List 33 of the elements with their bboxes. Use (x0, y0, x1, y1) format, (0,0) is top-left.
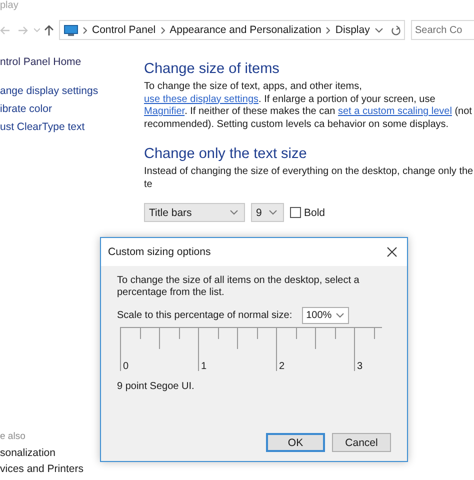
tick-label: 2 (279, 361, 285, 372)
sample-text: 9 point Segoe UI. (117, 381, 196, 392)
tick-label: 3 (357, 361, 363, 372)
address-bar[interactable]: Control Panel Appearance and Personalization Display (59, 20, 405, 40)
dialog-button[interactable]: Cancel (332, 433, 391, 452)
sidebar-link[interactable]: ibrate color (0, 102, 136, 116)
scale-dropdown[interactable]: 100% (302, 307, 350, 324)
text-link[interactable]: set a custom scaling level (338, 106, 452, 117)
dialog-button[interactable]: OK (266, 433, 325, 452)
sidebar-link[interactable]: ntrol Panel Home (0, 55, 136, 69)
dialog-title: Custom sizing options (108, 246, 211, 258)
breadcrumb[interactable]: Display (335, 24, 370, 36)
text-link[interactable]: use these display settings (144, 94, 259, 104)
window-title: play (0, 0, 18, 12)
description-text: To change the size of text, apps, and other items, use these display settings. If enlarge a portion of your screen, use Magnifier. If neither of these makes the can set a custom scaling level (not recommended). Setting custom levels ca behavior on some displays. (144, 81, 473, 131)
size-dropdown[interactable]: 9 (251, 203, 284, 222)
section-label: e also (0, 431, 26, 442)
element-dropdown[interactable]: Title bars (144, 203, 245, 222)
text-link[interactable]: Magnifier (144, 106, 185, 117)
sidebar-link[interactable]: ust ClearType text (0, 120, 136, 134)
tick-label: 0 (123, 361, 129, 372)
tick-label: 1 (201, 361, 207, 372)
sidebar-link[interactable]: ange display settings (0, 84, 136, 98)
field-label: Scale to this percentage of normal size: (117, 310, 292, 321)
breadcrumb[interactable]: Control Panel (92, 24, 156, 36)
breadcrumb[interactable]: Appearance and Personalization (170, 24, 322, 36)
checkbox-label: Bold (304, 206, 326, 218)
section-heading: Change size of items (144, 60, 280, 78)
section-heading: Change only the text size (144, 145, 308, 163)
sidebar-link[interactable]: vices and Printers (0, 463, 136, 476)
search-field[interactable]: Search Co (411, 20, 474, 40)
description-text: Instead of changing the size of everything on the desktop, change only the te (144, 166, 474, 191)
dialog-message: To change the size of all items on the desktop, select a percentage from the list. (117, 275, 360, 299)
